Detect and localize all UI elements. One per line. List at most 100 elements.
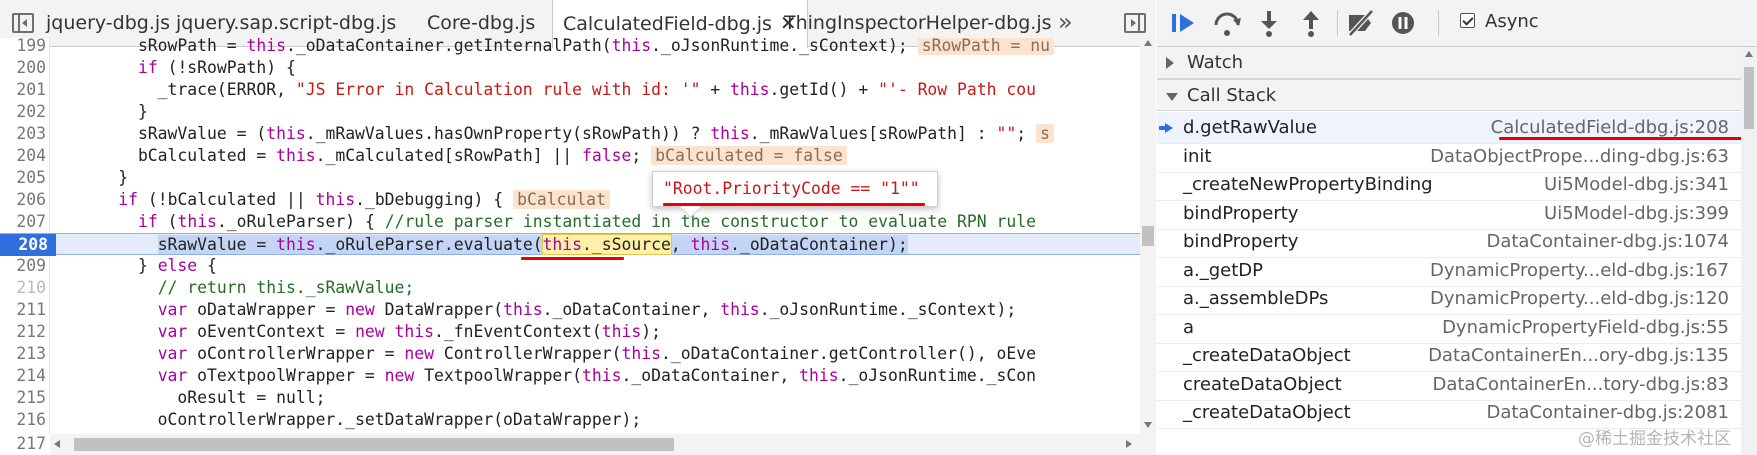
tab-label: Core-dbg.js bbox=[427, 12, 536, 34]
code-line[interactable]: 215 oResult = null; bbox=[0, 387, 1140, 409]
code-line[interactable]: 199 sRowPath = this._oDataContainer.getI… bbox=[0, 38, 1140, 57]
code-line[interactable]: 211 var oDataWrapper = new DataWrapper(t… bbox=[0, 299, 1140, 321]
call-frame[interactable]: a._assembleDPs DynamicProperty...eld-dbg.… bbox=[1157, 283, 1741, 315]
line-number[interactable]: 202 bbox=[0, 101, 46, 123]
line-number[interactable]: 203 bbox=[0, 123, 46, 145]
line-number[interactable]: 205 bbox=[0, 167, 46, 189]
watermark: @稀土掘金技术社区 bbox=[1578, 429, 1731, 449]
line-number[interactable]: 211 bbox=[0, 299, 46, 321]
code-line[interactable]: 210 // return this._sRawValue; bbox=[0, 277, 1140, 299]
line-number[interactable]: 215 bbox=[0, 387, 46, 409]
line-number-gutter-bottom: 217 bbox=[0, 434, 50, 455]
code-text: } bbox=[59, 102, 148, 121]
debugger-vertical-scrollbar[interactable] bbox=[1741, 47, 1757, 455]
frame-location-link[interactable]: Ui5Model-dbg.js:399 bbox=[1544, 198, 1729, 230]
code-line[interactable]: 213 var oControllerWrapper = new Control… bbox=[0, 343, 1140, 365]
async-checkbox[interactable] bbox=[1460, 13, 1475, 28]
pause-on-exceptions-icon[interactable] bbox=[1387, 8, 1419, 38]
code-line[interactable]: 200 if (!sRowPath) { bbox=[0, 57, 1140, 79]
scroll-thumb[interactable] bbox=[1142, 226, 1154, 246]
tab-label: CalculatedField-dbg.js bbox=[563, 13, 772, 35]
line-number[interactable]: 210 bbox=[0, 277, 46, 299]
code-line-current[interactable]: 208 sRawValue = this._oRuleParser.evalua… bbox=[0, 233, 1140, 256]
code-text: sRowPath = this._oDataContainer.getInter… bbox=[59, 38, 1054, 57]
callstack-section-header[interactable]: Call Stack bbox=[1157, 79, 1741, 111]
line-number[interactable]: 212 bbox=[0, 321, 46, 343]
frame-function-name: d.getRawValue bbox=[1183, 117, 1317, 138]
code-text: // return this._sRawValue; bbox=[157, 278, 415, 297]
frame-location-link[interactable]: DynamicPropertyField-dbg.js:55 bbox=[1442, 312, 1729, 344]
frame-location-link[interactable]: DataContainerEn...ory-dbg.js:135 bbox=[1428, 340, 1729, 372]
code-line[interactable]: 203 sRawValue = (this._mRawValues.hasOwn… bbox=[0, 123, 1140, 145]
step-over-icon[interactable] bbox=[1211, 8, 1243, 38]
scroll-thumb[interactable] bbox=[74, 438, 674, 451]
scroll-right-icon[interactable] bbox=[1126, 440, 1132, 448]
code-line[interactable]: 202 } bbox=[0, 101, 1140, 123]
frame-function-name: bindProperty bbox=[1183, 202, 1299, 224]
code-text: var oTextpoolWrapper = new TextpoolWrapp… bbox=[157, 366, 1037, 385]
line-number[interactable]: 214 bbox=[0, 365, 46, 387]
frame-location-link[interactable]: DataObjectPrope...ding-dbg.js:63 bbox=[1430, 141, 1729, 173]
line-number[interactable]: 216 bbox=[0, 409, 46, 431]
call-frame[interactable]: _createNewPropertyBinding Ui5Model-dbg.js… bbox=[1157, 169, 1741, 201]
code-text: oResult = null; bbox=[59, 388, 326, 407]
line-number[interactable]: 213 bbox=[0, 343, 46, 365]
frame-function-name: bindProperty bbox=[1183, 231, 1299, 252]
breakpoint-line-number[interactable]: 208 bbox=[0, 234, 56, 256]
frame-location-link[interactable]: DynamicProperty...eld-dbg.js:120 bbox=[1430, 283, 1729, 315]
call-frame[interactable]: a DynamicPropertyField-dbg.js:55 bbox=[1157, 312, 1741, 344]
tab-label: jquery-dbg.js bbox=[46, 12, 171, 34]
watch-section-header[interactable]: Watch bbox=[1157, 47, 1741, 79]
scroll-down-icon[interactable] bbox=[1144, 422, 1152, 428]
call-frame[interactable]: createDataObject DataContainerEn...tory-d… bbox=[1157, 369, 1741, 401]
code-view[interactable]: 199 sRowPath = this._oDataContainer.getI… bbox=[0, 38, 1140, 434]
toolbar-separator bbox=[1337, 10, 1338, 36]
line-number[interactable]: 207 bbox=[0, 211, 46, 233]
scroll-up-icon[interactable] bbox=[1144, 40, 1152, 46]
step-out-icon[interactable] bbox=[1295, 8, 1327, 38]
scroll-thumb[interactable] bbox=[1744, 67, 1754, 129]
frame-function-name: a bbox=[1183, 316, 1195, 338]
line-number[interactable]: 201 bbox=[0, 79, 46, 101]
code-line[interactable]: 205 } bbox=[0, 167, 1140, 189]
code-line[interactable]: 204 bCalculated = this._mCalculated[sRow… bbox=[0, 145, 1140, 167]
code-line[interactable]: 206 if (!bCalculated || this._bDebugging… bbox=[0, 189, 1140, 211]
code-line[interactable]: 212 var oEventContext = new this._fnEven… bbox=[0, 321, 1140, 343]
line-number[interactable]: 204 bbox=[0, 145, 46, 167]
frame-location-link[interactable]: DataContainer-dbg.js:1074 bbox=[1486, 226, 1729, 258]
scroll-left-icon[interactable] bbox=[54, 440, 60, 448]
toggle-debugger-icon[interactable] bbox=[1124, 13, 1146, 33]
call-frame[interactable]: bindProperty Ui5Model-dbg.js:399 bbox=[1157, 198, 1741, 230]
code-text: sRawValue = this._oRuleParser.evaluate(t… bbox=[157, 234, 908, 255]
deactivate-breakpoints-icon[interactable] bbox=[1345, 8, 1377, 38]
code-text: if (!bCalculated || this._bDebugging) {b… bbox=[59, 189, 610, 211]
line-number[interactable]: 209 bbox=[0, 255, 46, 277]
resume-icon[interactable] bbox=[1169, 8, 1201, 38]
toggle-navigator-icon[interactable] bbox=[12, 13, 34, 33]
call-frame[interactable]: init DataObjectPrope...ding-dbg.js:63 bbox=[1157, 141, 1741, 173]
call-frame[interactable]: _createDataObject DataContainerEn...ory-d… bbox=[1157, 340, 1741, 372]
frame-function-name: a._assembleDPs bbox=[1183, 288, 1329, 309]
call-frame[interactable]: a._getDP DynamicProperty...eld-dbg.js:167 bbox=[1157, 255, 1741, 287]
async-label: Async bbox=[1485, 11, 1539, 32]
line-number[interactable]: 200 bbox=[0, 57, 46, 79]
editor-vertical-scrollbar[interactable] bbox=[1140, 38, 1156, 434]
code-text: var oDataWrapper = new DataWrapper(this.… bbox=[157, 300, 1017, 319]
editor-horizontal-scrollbar[interactable] bbox=[50, 434, 1156, 455]
step-into-icon[interactable] bbox=[1253, 8, 1285, 38]
call-frame[interactable]: bindProperty DataContainer-dbg.js:1074 bbox=[1157, 226, 1741, 258]
frame-location-link[interactable]: Ui5Model-dbg.js:341 bbox=[1544, 169, 1729, 201]
popover-value: "Root.PriorityCode == "1"" bbox=[663, 179, 920, 198]
code-line[interactable]: 216 oControllerWrapper._setDataWrapper(o… bbox=[0, 409, 1140, 431]
debugger-sidebar: Async Watch Call Stack d.getRawValue Calc… bbox=[1157, 0, 1757, 455]
code-line[interactable]: 201 _trace(ERROR, "JS Error in Calculati… bbox=[0, 79, 1140, 101]
scroll-up-icon[interactable] bbox=[1745, 51, 1753, 57]
code-line[interactable]: 214 var oTextpoolWrapper = new TextpoolW… bbox=[0, 365, 1140, 387]
frame-location-link[interactable]: DataContainerEn...tory-dbg.js:83 bbox=[1432, 369, 1729, 401]
frame-location-link[interactable]: DynamicProperty...eld-dbg.js:167 bbox=[1430, 255, 1729, 287]
line-number[interactable]: 199 bbox=[0, 38, 46, 57]
code-text: bCalculated = this._mCalculated[sRowPath… bbox=[59, 145, 847, 167]
value-hover-popover: "Root.PriorityCode == "1"" bbox=[652, 171, 938, 207]
code-line[interactable]: 207 if (this._oRuleParser) { //rule pars… bbox=[0, 211, 1140, 233]
line-number[interactable]: 206 bbox=[0, 189, 46, 211]
